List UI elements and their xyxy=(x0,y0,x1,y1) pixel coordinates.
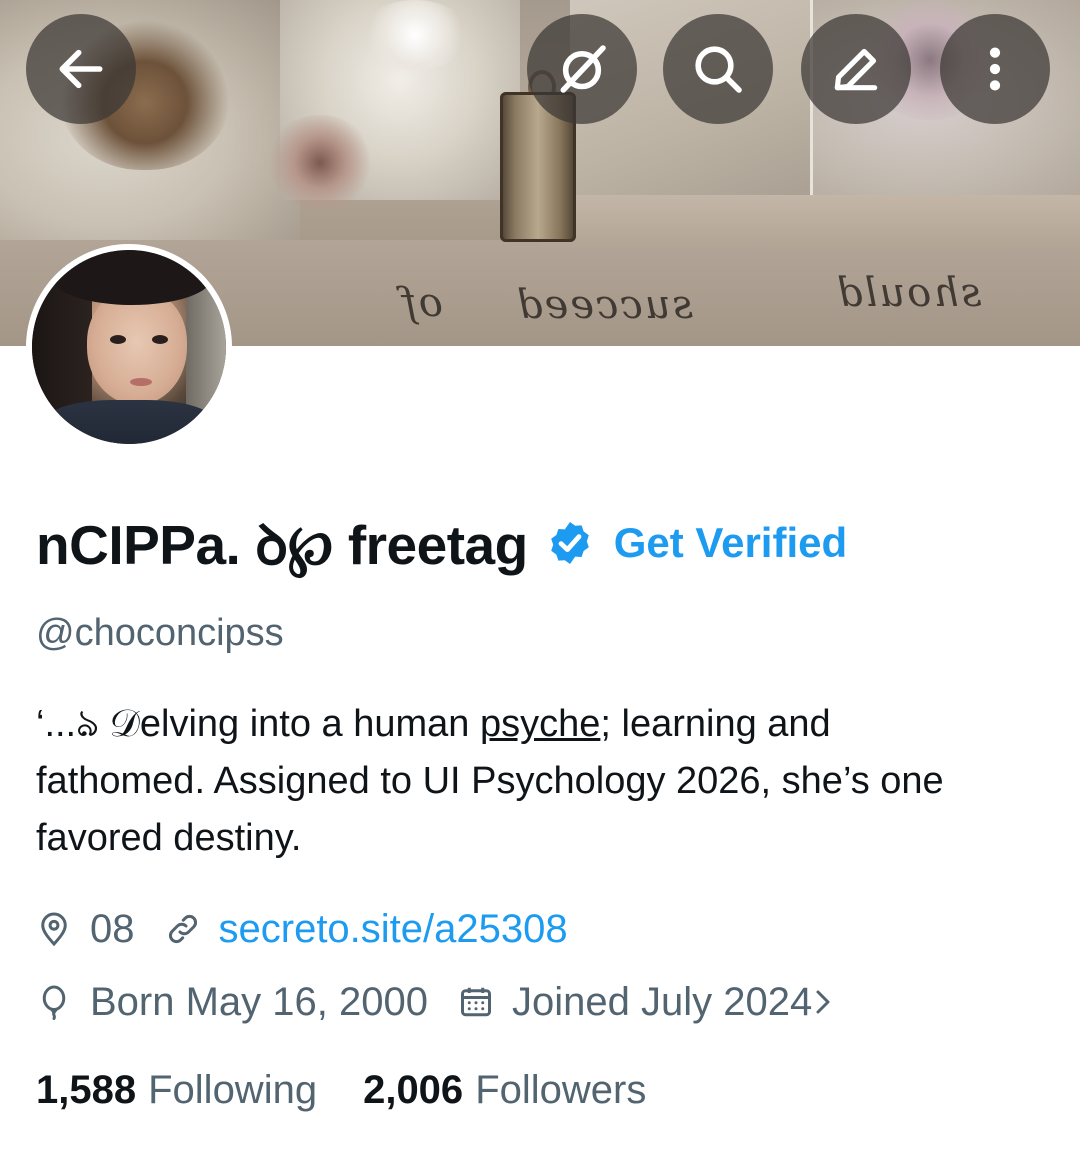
followers-link[interactable]: 2,006 Followers xyxy=(363,1068,646,1113)
following-link[interactable]: 1,588 Following xyxy=(36,1068,317,1113)
bio-text: fathomed. Assigned to UI Psychology 2026… xyxy=(36,760,944,859)
profile-meta-row: 08 secreto.site/a25308 xyxy=(36,903,598,955)
followers-count: 2,006 xyxy=(363,1067,464,1112)
bio-text: ; learning and xyxy=(600,703,831,745)
website-item[interactable]: secreto.site/a25308 xyxy=(165,907,568,952)
profile-name-row: nCIPPa. ꝺ℘ freetag Get Verified xyxy=(36,508,847,578)
get-verified-link[interactable]: Get Verified xyxy=(614,519,847,567)
more-vertical-icon xyxy=(989,47,1001,91)
bio-text: ‘...ঌ 𝒟elving into a human xyxy=(36,703,480,745)
grok-icon xyxy=(560,45,606,93)
following-label: Following xyxy=(148,1067,318,1112)
avatar[interactable] xyxy=(26,244,232,450)
location-pin-icon xyxy=(36,911,72,947)
edit-button[interactable] xyxy=(801,14,911,124)
avatar-photo xyxy=(32,250,226,444)
banner-script-text: of xyxy=(400,280,443,326)
grok-button[interactable] xyxy=(527,14,637,124)
location-item: 08 xyxy=(36,907,135,952)
arrow-left-icon xyxy=(59,49,103,89)
joined-text: Joined July 2024 xyxy=(512,979,813,1024)
banner-white-flower xyxy=(360,0,470,70)
back-button[interactable] xyxy=(26,14,136,124)
profile-meta-row: Born May 16, 2000 Joined July 2024 xyxy=(36,976,868,1028)
search-icon xyxy=(695,46,742,93)
birthday-text: Born May 16, 2000 xyxy=(90,979,428,1024)
banner-script-text: succeed xyxy=(515,282,694,328)
follow-stats: 1,588 Following 2,006 Followers xyxy=(36,1064,646,1116)
display-name: nCIPPa. ꝺ℘ freetag xyxy=(36,513,528,576)
pencil-icon xyxy=(834,48,878,91)
joined-item[interactable]: Joined July 2024 xyxy=(458,980,838,1025)
banner-script-text: should xyxy=(835,270,982,316)
profile-bio: ‘...ঌ 𝒟elving into a human psyche; learn… xyxy=(36,696,1046,867)
verified-badge-icon[interactable] xyxy=(546,519,594,567)
website-link[interactable]: secreto.site/a25308 xyxy=(219,907,568,952)
following-count: 1,588 xyxy=(36,1067,137,1112)
search-button[interactable] xyxy=(663,14,773,124)
link-icon xyxy=(165,911,201,947)
profile-handle: @choconcipss xyxy=(36,612,284,654)
banner-pressed-flower xyxy=(265,115,375,210)
banner-letter-paper-upper xyxy=(540,195,1080,250)
chevron-right-icon[interactable] xyxy=(808,987,838,1017)
birthday-item: Born May 16, 2000 xyxy=(36,980,428,1025)
bio-link-psyche[interactable]: psyche xyxy=(480,703,600,745)
balloon-icon xyxy=(36,984,72,1020)
followers-label: Followers xyxy=(475,1067,647,1112)
more-options-button[interactable] xyxy=(940,14,1050,124)
calendar-icon xyxy=(458,984,494,1020)
location-text: 08 xyxy=(90,906,135,951)
